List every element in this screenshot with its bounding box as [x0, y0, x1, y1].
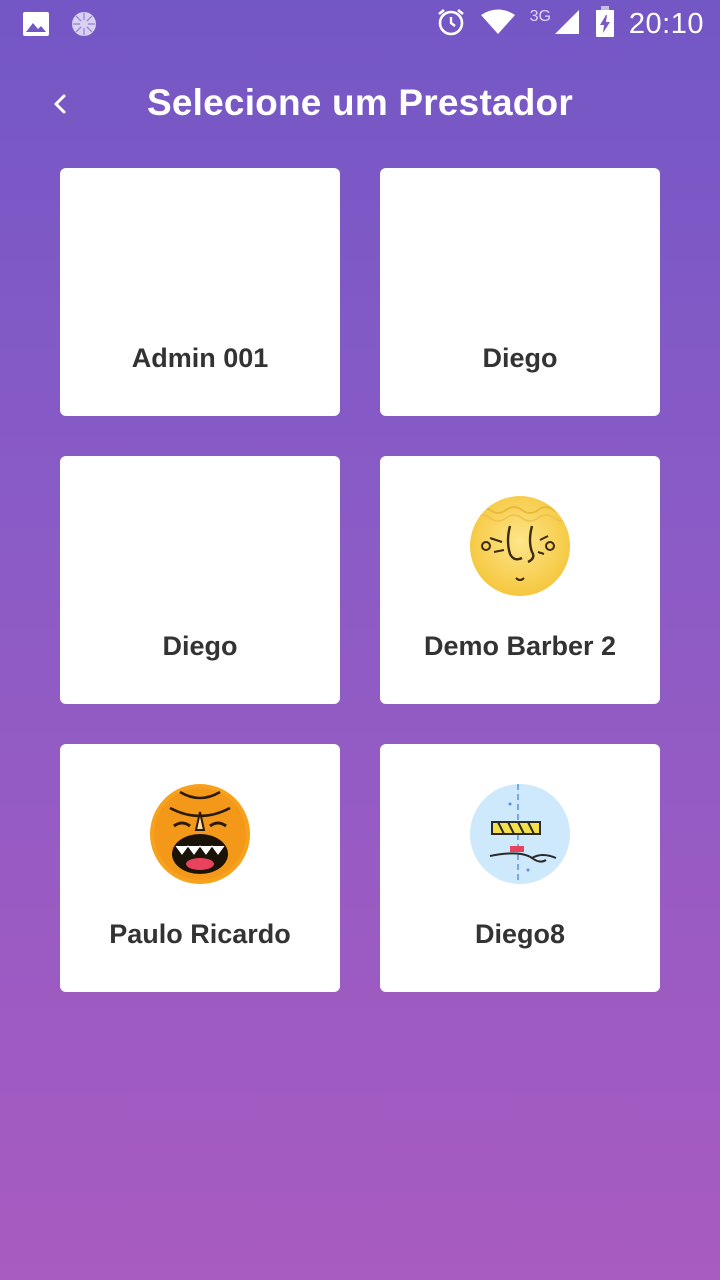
battery-charging-icon — [595, 6, 615, 43]
provider-name: Diego8 — [474, 919, 566, 949]
provider-card[interactable]: Diego — [60, 456, 340, 704]
yellow-face-avatar — [470, 496, 570, 596]
provider-card[interactable]: Diego — [380, 168, 660, 416]
wifi-icon — [480, 8, 516, 41]
provider-name: Diego — [482, 343, 558, 373]
page-title: Selecione um Prestador — [147, 82, 573, 123]
loading-icon — [70, 10, 98, 43]
provider-name: Diego — [162, 631, 238, 661]
provider-card[interactable]: Demo Barber 2 — [380, 456, 660, 704]
alarm-icon — [436, 7, 466, 42]
blue-sketch-avatar — [470, 784, 570, 884]
signal-icon — [553, 8, 581, 41]
network-type-label: 3G — [529, 7, 551, 25]
status-bar: 3G 20:10 — [0, 0, 720, 50]
provider-name: Paulo Ricardo — [109, 919, 291, 949]
app-header: Selecione um Prestador — [0, 70, 720, 142]
clock: 20:10 — [628, 8, 704, 40]
image-icon — [22, 11, 50, 42]
provider-name: Admin 001 — [131, 343, 269, 373]
provider-name: Demo Barber 2 — [423, 631, 617, 661]
provider-card[interactable]: Diego8 — [380, 744, 660, 992]
provider-card[interactable]: Admin 001 — [60, 168, 340, 416]
provider-card[interactable]: Paulo Ricardo — [60, 744, 340, 992]
orange-mask-avatar — [150, 784, 250, 884]
